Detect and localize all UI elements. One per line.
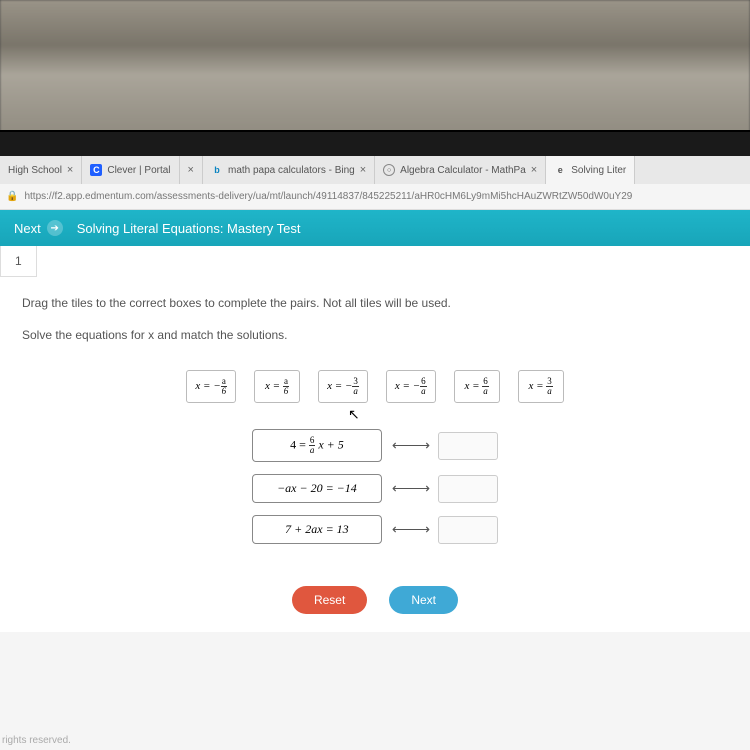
next-nav-button[interactable]: Next ➔ <box>14 220 63 236</box>
tab-blank[interactable]: × <box>180 156 203 184</box>
tile-option[interactable]: x = 6a <box>454 370 500 403</box>
tab-label: Algebra Calculator - MathPa <box>400 165 526 176</box>
lock-icon: 🔒 <box>6 191 18 202</box>
next-button[interactable]: Next <box>389 586 458 614</box>
drop-target[interactable] <box>438 432 498 460</box>
tab-clever[interactable]: C Clever | Portal <box>82 156 179 184</box>
tile-option[interactable]: x = −3a <box>318 370 368 403</box>
address-bar[interactable]: 🔒 https://f2.app.edmentum.com/assessment… <box>0 184 750 210</box>
tab-label: High School <box>8 165 62 176</box>
double-arrow-icon: ⟵⟶ <box>392 521 428 538</box>
answer-tiles-row: x = −a6 x = a6 x = −3a x = −6a x = 6a x … <box>0 352 750 429</box>
equation-box: 4 = 6a x + 5 <box>252 429 382 462</box>
tile-option[interactable]: x = −6a <box>386 370 436 403</box>
instruction-line-1: Drag the tiles to the correct boxes to c… <box>22 293 728 315</box>
tile-option[interactable]: x = 3a <box>518 370 564 403</box>
browser-tabs-bar: High School × C Clever | Portal × b math… <box>0 156 750 184</box>
drop-target[interactable] <box>438 516 498 544</box>
double-arrow-icon: ⟵⟶ <box>392 480 428 497</box>
content-area: 1 Drag the tiles to the correct boxes to… <box>0 246 750 632</box>
pair-row: 4 = 6a x + 5 ⟵⟶ <box>252 429 498 462</box>
clever-favicon: C <box>90 164 102 176</box>
tile-option[interactable]: x = a6 <box>254 370 300 403</box>
reset-button[interactable]: Reset <box>292 586 367 614</box>
equation-box: 7 + 2ax = 13 <box>252 515 382 544</box>
tab-label: math papa calculators - Bing <box>228 165 355 176</box>
app-header: Next ➔ Solving Literal Equations: Master… <box>0 210 750 246</box>
equation-box: −ax − 20 = −14 <box>252 474 382 503</box>
classroom-backdrop <box>0 0 750 150</box>
matching-pairs: 4 = 6a x + 5 ⟵⟶ −ax − 20 = −14 ⟵⟶ 7 + 2a… <box>0 429 750 568</box>
page-title: Solving Literal Equations: Mastery Test <box>77 221 301 236</box>
pair-row: 7 + 2ax = 13 ⟵⟶ <box>252 515 498 544</box>
next-label: Next <box>14 221 41 236</box>
tab-mathpapa-bing[interactable]: b math papa calculators - Bing × <box>203 156 375 184</box>
mathpapa-favicon: ○ <box>383 164 395 176</box>
action-buttons: Reset Next <box>0 568 750 632</box>
tab-high-school[interactable]: High School × <box>0 156 82 184</box>
close-icon[interactable]: × <box>360 164 366 176</box>
tab-algebra-calc[interactable]: ○ Algebra Calculator - MathPa × <box>375 156 546 184</box>
bing-favicon: b <box>211 164 223 176</box>
instruction-line-2: Solve the equations for x and match the … <box>22 325 728 347</box>
pair-row: −ax − 20 = −14 ⟵⟶ <box>252 474 498 503</box>
close-icon[interactable]: × <box>67 164 73 176</box>
tab-label: Solving Liter <box>571 165 626 176</box>
url-text: https://f2.app.edmentum.com/assessments-… <box>24 191 632 202</box>
footer-text: rights reserved. <box>2 735 71 746</box>
arrow-right-icon: ➔ <box>47 220 63 236</box>
drop-target[interactable] <box>438 475 498 503</box>
instructions: Drag the tiles to the correct boxes to c… <box>0 277 750 352</box>
double-arrow-icon: ⟵⟶ <box>392 437 428 454</box>
tab-label: Clever | Portal <box>107 165 170 176</box>
close-icon[interactable]: × <box>531 164 537 176</box>
tile-option[interactable]: x = −a6 <box>186 370 236 403</box>
close-icon[interactable]: × <box>188 164 194 176</box>
edmentum-favicon: e <box>554 164 566 176</box>
question-tab-1[interactable]: 1 <box>0 246 37 277</box>
tab-solving-literal[interactable]: e Solving Liter <box>546 156 635 184</box>
browser-screen: High School × C Clever | Portal × b math… <box>0 156 750 750</box>
